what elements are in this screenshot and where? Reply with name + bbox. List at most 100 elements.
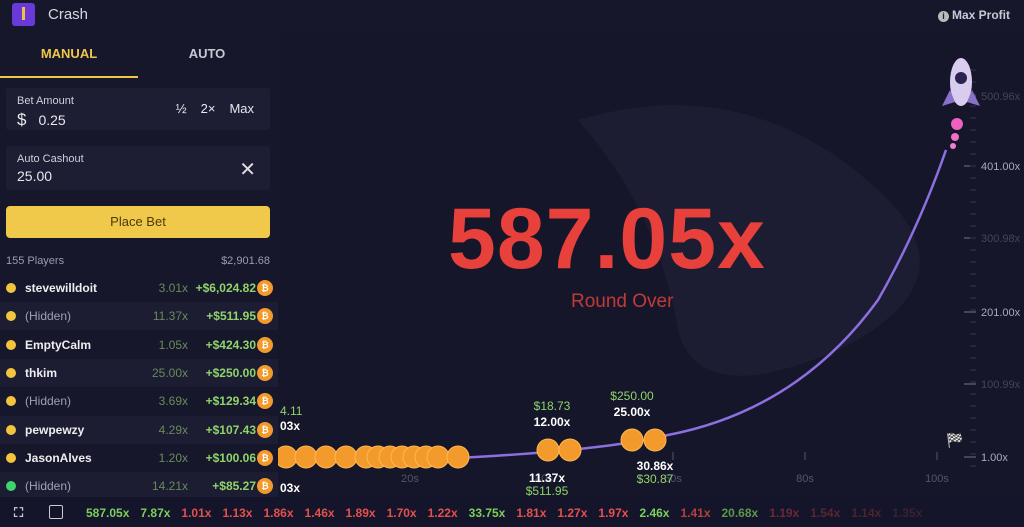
player-level-icon	[6, 424, 16, 435]
cashout-multiplier: 25.00x	[614, 405, 651, 419]
auto-cashout-field[interactable]: Auto Cashout 25.00 ✕	[6, 146, 270, 190]
auto-cashout-label: Auto Cashout	[17, 153, 84, 165]
top-bar: Crash i Max Profit	[0, 0, 1024, 30]
player-row: JasonAlves 1.20x +$100.06 ₿	[0, 444, 278, 472]
active-tab-indicator	[0, 76, 138, 78]
player-name: (Hidden)	[25, 394, 72, 409]
player-multiplier: 3.01x	[158, 281, 188, 295]
bitcoin-coin-icon	[426, 445, 450, 469]
history-multiplier[interactable]: 1.13x	[222, 506, 252, 520]
player-name[interactable]: stevewilldoit	[25, 281, 97, 295]
history-multiplier[interactable]: 1.81x	[516, 506, 546, 520]
double-bet-button[interactable]: 2×	[201, 101, 216, 116]
player-name[interactable]: pewpewzy	[25, 423, 84, 437]
history-multiplier[interactable]: 1.97x	[598, 506, 628, 520]
clear-cashout-close-icon[interactable]: ✕	[239, 157, 256, 182]
place-bet-button[interactable]: Place Bet	[6, 206, 270, 238]
bitcoin-coin-icon	[314, 445, 338, 469]
cashout-multiplier: 30.86x	[637, 459, 674, 473]
player-row: EmptyCalm 1.05x +$424.30 ₿	[0, 331, 278, 359]
cashout-amount: $250.00	[610, 389, 654, 403]
history-multiplier[interactable]: 1.86x	[263, 506, 293, 520]
player-multiplier: 25.00x	[151, 365, 188, 380]
x-tick-label: 100s	[925, 473, 949, 485]
max-bet-button[interactable]: Max	[229, 101, 254, 116]
player-name[interactable]: JasonAlves	[25, 451, 92, 465]
history-multiplier[interactable]: 1.46x	[305, 506, 335, 520]
history-multiplier[interactable]: 1.89x	[346, 506, 376, 520]
cashout-amount: 4.11	[280, 404, 303, 418]
bitcoin-icon: ₿	[257, 478, 273, 495]
cashout-amount: $30.87	[637, 472, 674, 486]
cashout-coins	[274, 428, 667, 469]
player-profit: +$100.06	[205, 450, 256, 465]
player-row: (Hidden) 3.69x +$129.34 ₿	[0, 387, 278, 415]
player-name: (Hidden)	[25, 479, 72, 494]
bitcoin-coin-icon	[643, 428, 667, 452]
player-multiplier: 1.20x	[158, 450, 188, 465]
player-profit: +$424.30	[205, 337, 256, 352]
cashout-amount: $511.95	[526, 484, 569, 497]
player-multiplier: 4.29x	[158, 422, 188, 437]
history-multiplier[interactable]: 20.68x	[722, 506, 759, 520]
history-multiplier[interactable]: 587.05x	[86, 506, 129, 520]
y-tick-label: 401.00x	[981, 161, 1021, 173]
bitcoin-icon: ₿	[257, 421, 273, 438]
tab-auto[interactable]: AUTO	[138, 46, 276, 61]
player-row: stevewilldoit 3.01x +$6,024.82 ₿	[0, 274, 278, 302]
bitcoin-icon: ₿	[257, 393, 273, 410]
half-bet-button[interactable]: ½	[176, 101, 187, 116]
bet-amount-input[interactable]: $0.25	[17, 110, 66, 130]
player-multiplier: 1.05x	[158, 337, 188, 352]
y-tick-label: 100.99x	[981, 379, 1021, 391]
player-name[interactable]: EmptyCalm	[25, 338, 91, 352]
history-multiplier[interactable]: 1.35x	[892, 506, 922, 520]
player-level-icon	[6, 452, 16, 463]
player-level-icon	[6, 311, 16, 322]
player-profit: +$85.27	[212, 479, 256, 494]
history-multiplier[interactable]: 33.75x	[469, 506, 506, 520]
player-name[interactable]: thkim	[25, 366, 57, 380]
history-multiplier[interactable]: 1.70x	[387, 506, 417, 520]
history-multiplier[interactable]: 1.14x	[851, 506, 881, 520]
fullscreen-icon[interactable]: ⛶	[14, 505, 28, 520]
player-row: (Hidden) 11.37x +$511.95 ₿	[0, 302, 278, 331]
bet-amount-label: Bet Amount	[17, 95, 74, 107]
max-profit-button[interactable]: i Max Profit	[937, 8, 1010, 22]
bitcoin-coin-icon	[446, 445, 470, 469]
history-multiplier[interactable]: 1.27x	[557, 506, 587, 520]
max-profit-label: Max Profit	[951, 8, 1010, 22]
bitcoin-icon: ₿	[257, 449, 273, 466]
history-multiplier[interactable]: 1.54x	[810, 506, 840, 520]
cashout-multiplier: 11.37x	[529, 471, 565, 485]
bitcoin-icon: ₿	[257, 308, 273, 325]
previous-multipliers: 587.05x 7.87x 1.01x 1.13x 1.86x 1.46x 1.89x 1.7…	[86, 506, 922, 520]
bitcoin-coin-icon	[558, 438, 582, 462]
history-multiplier[interactable]: 1.19x	[769, 506, 799, 520]
player-level-icon	[6, 339, 16, 350]
bitcoin-icon: ₿	[257, 364, 273, 381]
player-level-icon	[6, 481, 16, 492]
finish-flag-icon: 🏁	[946, 432, 963, 449]
y-tick-label: 500.96x	[981, 91, 1021, 103]
bitcoin-coin-icon	[274, 445, 298, 469]
bet-amount-field[interactable]: Bet Amount $0.25 ½ 2× Max	[6, 88, 270, 130]
bitcoin-coin-icon	[536, 438, 560, 462]
theatre-mode-icon[interactable]	[49, 505, 63, 519]
rocket-icon	[942, 58, 980, 149]
auto-cashout-input[interactable]: 25.00	[17, 168, 52, 184]
crash-multiplier: 587.05x	[448, 191, 766, 287]
player-profit: +$511.95	[206, 309, 256, 324]
player-multiplier: 11.37x	[152, 309, 188, 324]
cashout-multiplier: 03x	[280, 419, 300, 433]
history-multiplier[interactable]: 7.87x	[140, 506, 170, 520]
player-profit: +$6,024.82	[195, 281, 256, 295]
y-axis: 500.96x 401.00x 300.98x 201.00x 100.99x 1.00x	[964, 69, 1021, 467]
history-multiplier[interactable]: 1.22x	[428, 506, 458, 520]
player-multiplier: 3.69x	[158, 394, 188, 409]
history-multiplier[interactable]: 1.41x	[680, 506, 710, 520]
history-multiplier[interactable]: 2.46x	[639, 506, 669, 520]
info-icon: i	[937, 11, 949, 22]
tab-manual[interactable]: MANUAL	[0, 46, 138, 61]
history-multiplier[interactable]: 1.01x	[181, 506, 211, 520]
